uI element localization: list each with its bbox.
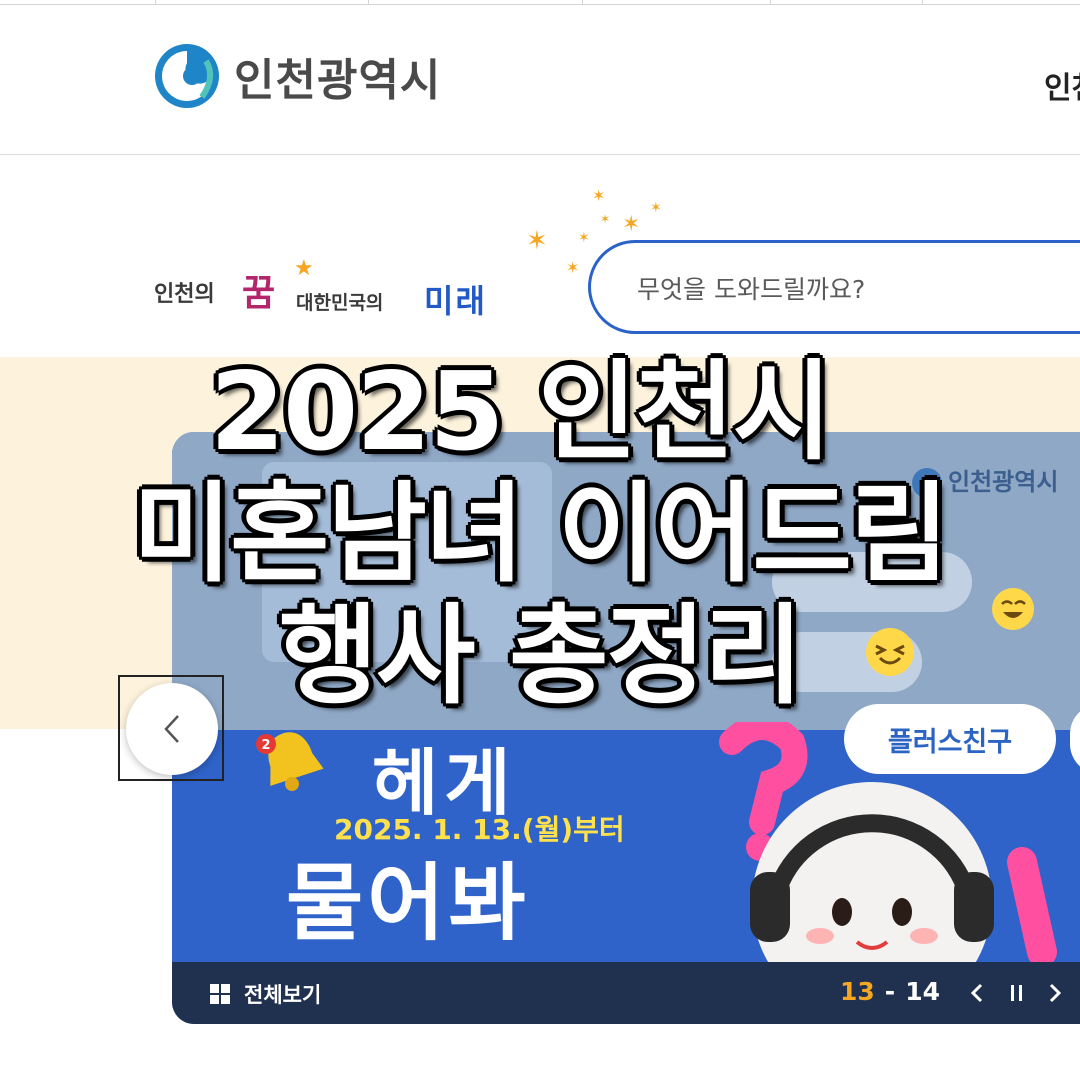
thumbnail-title-overlay: 2025 인천시 미혼남녀 이어드림 행사 총정리 xyxy=(0,352,1080,718)
pause-icon xyxy=(1011,985,1022,1001)
overlay-title-line2: 미혼남녀 이어드림 xyxy=(132,472,949,597)
gnb-menu-item[interactable]: 인천 xyxy=(1044,63,1080,107)
star-icon: ★ xyxy=(294,256,314,281)
slide-pause-button[interactable] xyxy=(1002,976,1032,1010)
star-icon: ✶ xyxy=(592,186,606,205)
total-slide-number: 14 xyxy=(905,977,940,1006)
slider-control-bar: 전체보기 13-14 xyxy=(172,962,1080,1024)
slogan-part1: 인천의 xyxy=(154,282,215,307)
bell-badge-count: 2 xyxy=(261,738,270,753)
overlay-title-line1: 2025 인천시 xyxy=(209,350,832,475)
promo-headline-bottom: 물어봐 xyxy=(286,854,530,952)
counter-separator: - xyxy=(884,977,896,1006)
slide-counter: 13-14 xyxy=(840,977,940,1006)
star-icon: ✶ xyxy=(600,212,611,226)
current-slide-number: 13 xyxy=(840,977,875,1006)
chevron-right-icon xyxy=(1049,983,1062,1003)
main-search-box xyxy=(588,240,1080,334)
site-header: 인천광역시 인천 xyxy=(0,5,1080,155)
page: 인천광역시 인천 인천의 꿈 ★ 대한민국의 미래 ✶ ✶ ✶ ✶ ✶ ✶ ✶ … xyxy=(0,0,1080,1080)
overlay-title-line3: 행사 총정리 xyxy=(278,594,803,719)
star-icon: ✶ xyxy=(566,258,580,277)
view-all-label: 전체보기 xyxy=(244,983,322,1007)
city-slogan: 인천의 꿈 ★ 대한민국의 미래 xyxy=(154,256,524,322)
chevron-left-icon xyxy=(970,983,983,1003)
site-logo-link[interactable]: 인천광역시 xyxy=(154,43,441,109)
star-icon: ✶ xyxy=(526,226,548,256)
star-icon: ✶ xyxy=(622,212,641,237)
slogan-kkum: 꿈 xyxy=(242,273,276,314)
star-icon: ✶ xyxy=(578,230,590,246)
view-all-button[interactable]: 전체보기 xyxy=(210,979,321,1009)
logo-text: 인천광역시 xyxy=(234,55,442,106)
search-input[interactable] xyxy=(637,271,1077,307)
slide-prev-button[interactable] xyxy=(962,976,992,1010)
slide-next-button[interactable] xyxy=(1040,976,1070,1010)
bell-icon: 2 xyxy=(256,732,324,791)
slogan-mirae: 미래 xyxy=(424,282,487,320)
slogan-part2: 대한민국의 xyxy=(296,292,384,314)
incheon-logo-icon xyxy=(155,44,219,108)
star-icon: ✶ xyxy=(650,200,662,216)
grid-icon xyxy=(210,984,230,1004)
